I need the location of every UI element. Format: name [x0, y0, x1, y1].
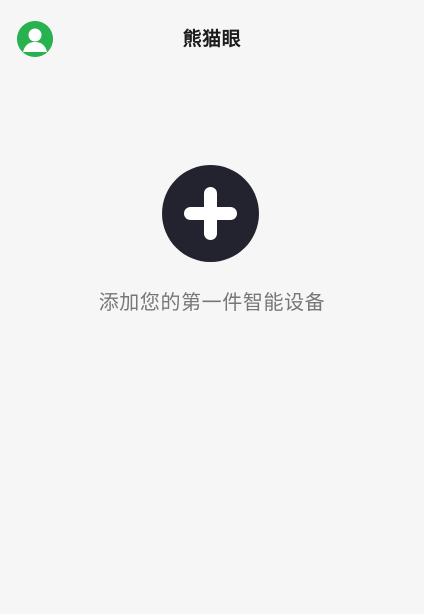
add-device-button[interactable] [162, 165, 259, 262]
page-title: 熊猫眼 [182, 28, 242, 50]
empty-state-message: 添加您的第一件智能设备 [98, 290, 326, 314]
top-bar: 熊猫眼 [0, 0, 424, 78]
plus-icon [184, 187, 237, 240]
app-screen: 熊猫眼 添加您的第一件智能设备 [0, 0, 424, 614]
